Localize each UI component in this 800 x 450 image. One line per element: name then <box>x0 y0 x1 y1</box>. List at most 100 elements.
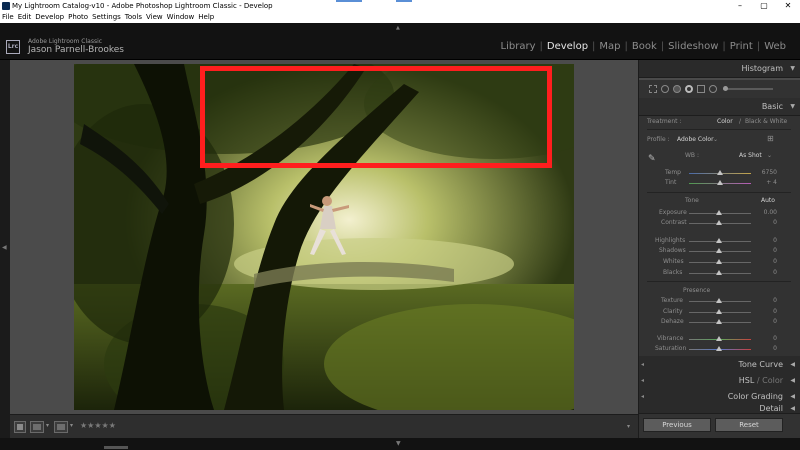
maximize-button[interactable]: ▢ <box>752 0 776 12</box>
clarity-value[interactable]: 0 <box>755 308 777 315</box>
histogram-header[interactable]: Histogram ▼ <box>639 60 800 78</box>
menu-settings[interactable]: Settings <box>92 12 121 23</box>
basic-collapse-icon[interactable]: ▼ <box>790 98 795 116</box>
close-button[interactable]: ✕ <box>776 0 800 12</box>
module-bar: ▲ Lrc Adobe Lightroom Classic Jason Parn… <box>0 23 800 60</box>
crop-tool-icon[interactable] <box>649 85 657 93</box>
texture-value[interactable]: 0 <box>755 297 777 304</box>
graduated-filter-icon[interactable] <box>697 85 705 93</box>
minimize-button[interactable]: – <box>728 0 752 12</box>
tool-slider[interactable] <box>723 88 773 90</box>
star-rating[interactable]: ★★★★★ <box>80 421 116 430</box>
left-panel-collapsed: ◀ <box>0 60 10 438</box>
hsl-color-title[interactable]: Color <box>762 376 783 385</box>
masking-icon[interactable] <box>685 85 693 93</box>
exposure-value[interactable]: 0.00 <box>755 209 777 216</box>
basic-title: Basic <box>761 102 783 111</box>
red-eye-icon[interactable] <box>673 85 681 93</box>
color-grading-title: Color Grading <box>727 392 783 401</box>
clarity-knob[interactable] <box>716 309 722 314</box>
saturation-value[interactable]: 0 <box>755 345 777 352</box>
previous-button[interactable]: Previous <box>643 418 711 432</box>
before-after-dropdown-icon[interactable]: ▾ <box>46 422 49 429</box>
menu-file[interactable]: File <box>2 12 14 23</box>
temp-knob[interactable] <box>717 170 723 175</box>
filmstrip-collapsed: ▼ <box>0 438 800 450</box>
temp-value[interactable]: 6750 <box>755 169 777 176</box>
exposure-label: Exposure <box>659 209 687 216</box>
wb-dropdown[interactable]: As Shot <box>739 152 762 159</box>
menu-window[interactable]: Window <box>167 12 195 23</box>
shadows-value[interactable]: 0 <box>755 247 777 254</box>
basic-header[interactable]: Basic ▼ <box>639 98 800 116</box>
swap-view-button[interactable] <box>54 421 68 433</box>
before-after-view-button[interactable] <box>30 421 44 433</box>
expand-filmstrip-icon[interactable]: ▼ <box>396 440 401 447</box>
toolbar-menu-icon[interactable]: ▾ <box>627 423 630 430</box>
tint-knob[interactable] <box>717 180 723 185</box>
treatment-color-option[interactable]: Color <box>717 118 733 125</box>
profile-browser-icon[interactable]: ⊞ <box>767 134 774 143</box>
module-book[interactable]: Book <box>628 41 661 52</box>
profile-dropdown-icon[interactable]: ⌄ <box>713 136 718 143</box>
vibrance-value[interactable]: 0 <box>755 335 777 342</box>
menu-edit[interactable]: Edit <box>18 12 32 23</box>
whites-value[interactable]: 0 <box>755 258 777 265</box>
hsl-separator: / <box>756 376 760 385</box>
expand-left-panel-icon[interactable]: ◀ <box>2 244 7 251</box>
identity-user: Jason Parnell-Brookes <box>28 45 124 55</box>
module-print[interactable]: Print <box>726 41 757 52</box>
module-library[interactable]: Library <box>497 41 540 52</box>
hsl-title[interactable]: HSL <box>739 376 755 385</box>
exposure-knob[interactable] <box>716 210 722 215</box>
wb-eyedropper-icon[interactable]: ✎ <box>648 154 656 164</box>
wb-dropdown-icon[interactable]: ⌄ <box>767 152 772 159</box>
module-develop[interactable]: Develop <box>543 41 592 52</box>
collapse-top-panel-icon[interactable]: ▲ <box>396 25 400 31</box>
module-map[interactable]: Map <box>595 41 624 52</box>
contrast-label: Contrast <box>661 219 687 226</box>
vibrance-knob[interactable] <box>716 336 722 341</box>
texture-knob[interactable] <box>716 298 722 303</box>
menu-photo[interactable]: Photo <box>68 12 88 23</box>
module-web[interactable]: Web <box>760 41 790 52</box>
spot-removal-icon[interactable] <box>661 85 669 93</box>
reset-button[interactable]: Reset <box>715 418 783 432</box>
tint-value[interactable]: + 4 <box>755 179 777 186</box>
blacks-value[interactable]: 0 <box>755 269 777 276</box>
window-title-bar: My Lightroom Catalog-v10 - Adobe Photosh… <box>0 0 800 12</box>
contrast-value[interactable]: 0 <box>755 219 777 226</box>
whites-label: Whites <box>663 258 684 265</box>
menu-help[interactable]: Help <box>198 12 214 23</box>
develop-toolbar: ▾ ▾ ★★★★★ ▾ <box>10 414 638 438</box>
saturation-knob[interactable] <box>716 346 722 351</box>
whites-knob[interactable] <box>716 259 722 264</box>
dehaze-knob[interactable] <box>716 319 722 324</box>
blacks-knob[interactable] <box>716 270 722 275</box>
radial-filter-icon[interactable] <box>709 85 717 93</box>
blacks-label: Blacks <box>663 269 683 276</box>
tone-label: Tone <box>685 197 699 204</box>
tool-slider-knob[interactable] <box>723 86 728 91</box>
auto-tone-button[interactable]: Auto <box>761 197 775 204</box>
swap-dropdown-icon[interactable]: ▾ <box>70 422 73 429</box>
filmstrip-scroll[interactable] <box>104 446 128 449</box>
contrast-knob[interactable] <box>716 220 722 225</box>
photo-preview[interactable] <box>74 64 574 410</box>
profile-dropdown[interactable]: Adobe Color <box>677 136 714 143</box>
highlights-knob[interactable] <box>716 238 722 243</box>
detail-expand-icon[interactable]: ◀ <box>790 404 795 413</box>
image-canvas[interactable] <box>10 60 638 414</box>
highlights-value[interactable]: 0 <box>755 237 777 244</box>
shadows-knob[interactable] <box>716 248 722 253</box>
menu-view[interactable]: View <box>146 12 163 23</box>
menu-tools[interactable]: Tools <box>125 12 142 23</box>
lightroom-window: My Lightroom Catalog-v10 - Adobe Photosh… <box>0 0 800 450</box>
detail-header[interactable]: Detail ◀ <box>639 404 800 414</box>
treatment-bw-option[interactable]: Black & White <box>745 118 787 125</box>
menu-develop[interactable]: Develop <box>35 12 64 23</box>
module-slideshow[interactable]: Slideshow <box>664 41 722 52</box>
loupe-view-button[interactable] <box>14 421 26 433</box>
dehaze-value[interactable]: 0 <box>755 318 777 325</box>
histogram-collapse-icon[interactable]: ▼ <box>790 60 795 78</box>
